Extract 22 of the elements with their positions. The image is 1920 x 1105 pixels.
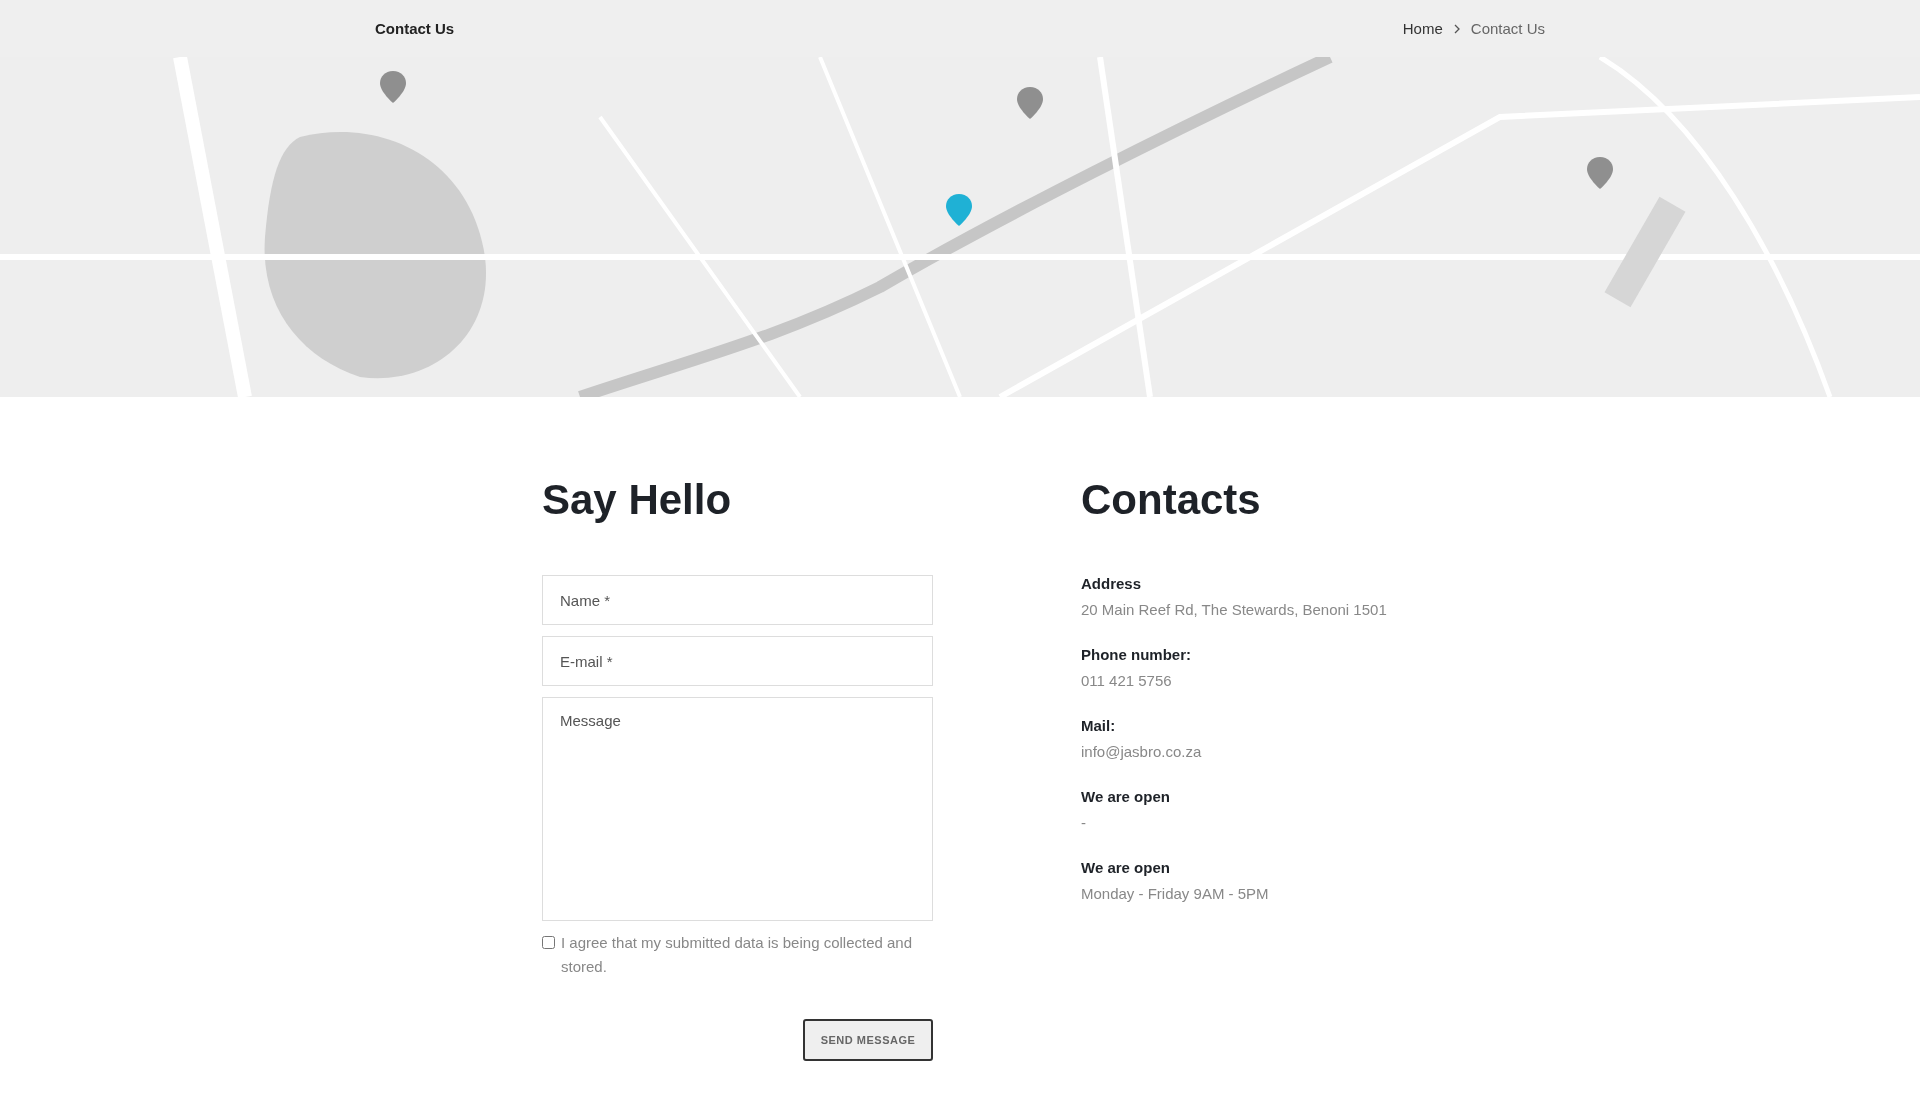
contact-value: 20 Main Reef Rd, The Stewards, Benoni 1501 <box>1081 601 1388 619</box>
contact-value: info@jasbro.co.za <box>1081 743 1203 761</box>
page-title: Contact Us <box>375 20 455 37</box>
send-button[interactable]: SEND MESSAGE <box>803 1019 933 1062</box>
text-field[interactable]: E-mail * <box>542 636 933 687</box>
contact-value: 011 421 5756 <box>1081 672 1173 690</box>
contact-label: Address <box>1081 575 1143 593</box>
contact-label: We are open <box>1081 859 1171 877</box>
contact-value: - <box>1081 814 1087 832</box>
text-field[interactable]: Name * <box>542 575 933 626</box>
breadcrumb-link[interactable]: Contact Us <box>1470 20 1545 37</box>
consent-checkbox[interactable] <box>542 936 555 950</box>
form-heading: Say Hello <box>542 477 733 524</box>
message-field[interactable]: Message <box>542 697 933 922</box>
consent-label: I agree that my submitted data is being collected and stored. <box>561 933 914 978</box>
contact-value: Monday - Friday 9AM - 5PM <box>1081 885 1270 903</box>
breadcrumb-link[interactable]: Home <box>1402 20 1443 37</box>
contact-label: Mail: <box>1081 717 1117 735</box>
contacts-heading: Contacts <box>1081 477 1262 524</box>
chevron-icon <box>1452 23 1461 34</box>
contact-label: Phone number: <box>1081 646 1192 664</box>
contact-label: We are open <box>1081 788 1171 806</box>
